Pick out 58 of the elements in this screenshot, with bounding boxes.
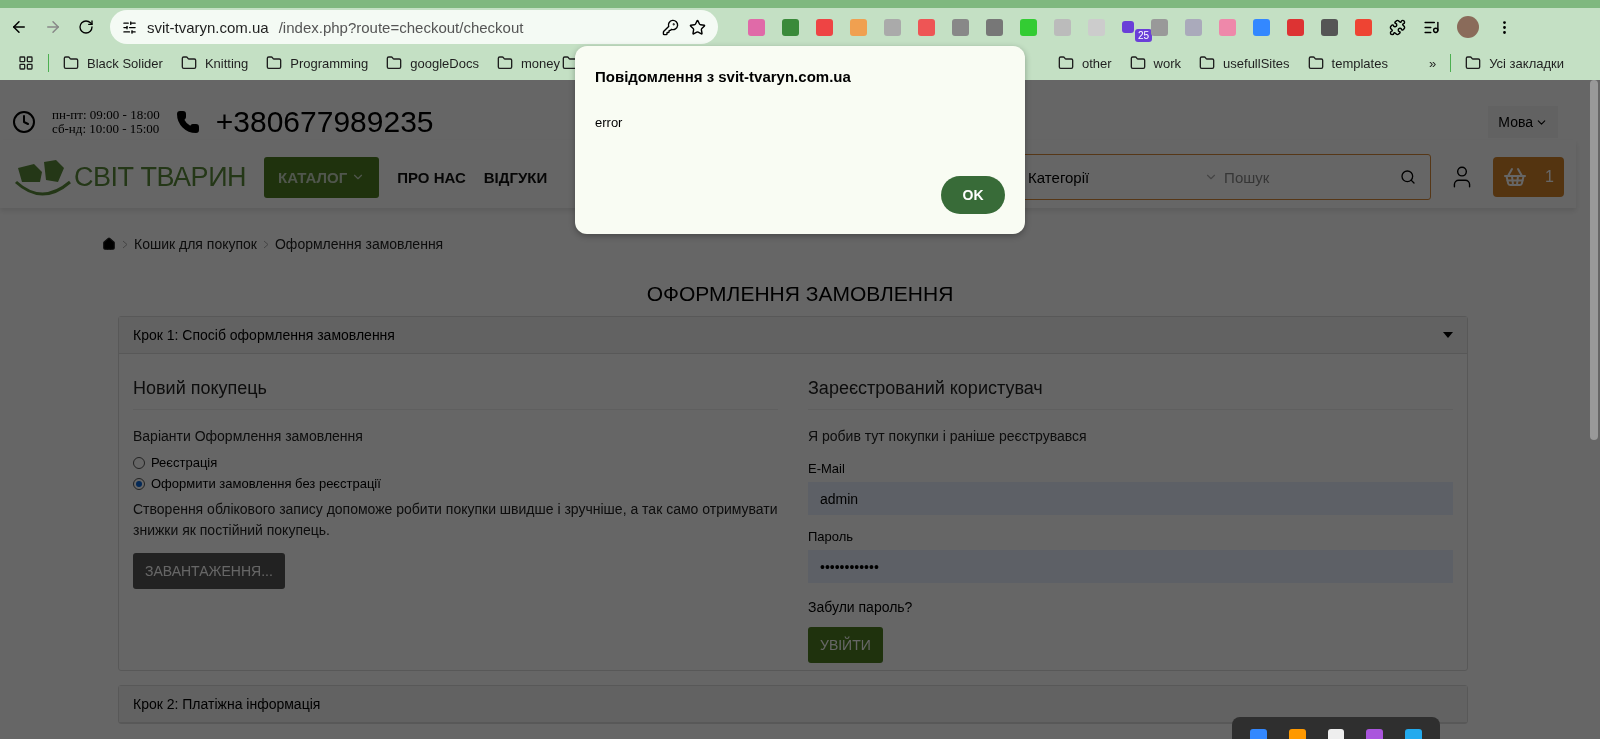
email-field[interactable]: admin bbox=[808, 482, 1453, 515]
bookmark-label: money bbox=[520, 55, 560, 71]
login-button[interactable]: УВІЙТИ bbox=[808, 627, 883, 663]
all-bookmarks[interactable]: Усі закладки bbox=[1465, 55, 1564, 71]
bookmark-label: templates bbox=[1331, 55, 1388, 71]
section-subheading: Варіанти Оформлення замовлення bbox=[133, 427, 364, 446]
bookmark-folder[interactable]: Programming bbox=[266, 55, 369, 71]
bookmark-folder[interactable]: money bbox=[496, 55, 560, 71]
dialog-message: error bbox=[595, 115, 624, 130]
bookmark-label: work bbox=[1153, 55, 1182, 71]
bookmark-folder[interactable]: work bbox=[1129, 55, 1182, 71]
loading-button[interactable]: ЗАВАНТАЖЕННЯ... bbox=[133, 553, 285, 589]
ok-button[interactable]: OK bbox=[941, 176, 1005, 214]
cart-button[interactable]: 1 bbox=[1493, 157, 1564, 197]
cart-count: 1 bbox=[1545, 168, 1554, 186]
bookmark-folder[interactable]: Knitting bbox=[180, 55, 249, 71]
radio-option[interactable]: Реєстрація bbox=[133, 455, 778, 470]
step-title: Крок 1: Спосіб оформлення замовлення bbox=[133, 327, 395, 343]
password-field[interactable]: •••••••••••• bbox=[808, 550, 1453, 583]
bookmark-label: Усі закладки bbox=[1489, 55, 1564, 71]
info-text: Я робив тут покупки і раніше реєструвався bbox=[808, 427, 1088, 446]
bookmark-folder[interactable]: Black Solider bbox=[63, 55, 163, 71]
step-title: Крок 2: Платіжна інформація bbox=[133, 696, 321, 712]
section-heading: Новий покупець bbox=[133, 378, 778, 410]
more-bookmarks[interactable]: » bbox=[1429, 55, 1437, 71]
bookmark-folder[interactable]: other bbox=[1057, 55, 1112, 71]
info-text: Створення облікового запису допоможе робити покупки швидше і зручніше, а так само отримувати знижки як постійний покупець. bbox=[133, 500, 778, 540]
bookmark-label: Programming bbox=[290, 55, 369, 71]
url-host: svit-tvaryn.com.ua bbox=[147, 18, 269, 36]
bookmark-label: usefullSites bbox=[1223, 55, 1290, 71]
breadcrumb-link[interactable]: Кошик для покупок bbox=[134, 236, 257, 252]
field-label: E-Mail bbox=[808, 461, 846, 476]
page-title: ОФОРМЛЕННЯ ЗАМОВЛЕННЯ bbox=[645, 282, 955, 306]
phone-number: +380677989235 bbox=[215, 105, 434, 139]
section-heading: Зареєстрований користувач bbox=[808, 378, 1453, 410]
site-logo[interactable]: СВІТ ТВАРИН bbox=[12, 154, 247, 200]
step-header[interactable]: Крок 2: Платіжна інформація bbox=[119, 686, 1467, 723]
nav-link[interactable]: ПРО НАС bbox=[397, 156, 466, 198]
field-label: Пароль bbox=[808, 529, 855, 544]
nav-link[interactable]: ВІДГУКИ bbox=[483, 156, 548, 198]
bookmark-label: Knitting bbox=[204, 55, 249, 71]
bookmark-label: other bbox=[1081, 55, 1112, 71]
extension-badge: 25 bbox=[1135, 29, 1153, 42]
bookmark-label: Black Solider bbox=[87, 55, 163, 71]
dialog-title: Повідомлення з svit-tvaryn.com.ua bbox=[595, 68, 852, 85]
bookmark-folder[interactable]: usefullSites bbox=[1199, 55, 1290, 71]
forgot-password-link[interactable]: Забули пароль? bbox=[808, 599, 1453, 615]
breadcrumb-link[interactable]: Оформлення замовлення bbox=[274, 236, 444, 252]
bookmark-label: googleDocs bbox=[410, 55, 479, 71]
url-path: /index.php?route=checkout/checkout bbox=[278, 18, 525, 36]
radio-option[interactable]: Оформити замовлення без реєстрації bbox=[133, 476, 778, 491]
opening-hours: сб-нд: 10:00 - 15:00 bbox=[52, 122, 160, 136]
step-header[interactable]: Крок 1: Спосіб оформлення замовлення bbox=[119, 317, 1467, 354]
opening-hours: пн-пт: 09:00 - 18:00 bbox=[52, 108, 160, 122]
address-bar[interactable]: svit-tvaryn.com.ua /index.php?route=checkout/checkout bbox=[110, 10, 718, 44]
bookmark-folder[interactable]: templates bbox=[1307, 55, 1388, 71]
bookmark-folder[interactable]: googleDocs bbox=[386, 55, 479, 71]
language-menu[interactable]: Мова bbox=[1488, 106, 1558, 138]
